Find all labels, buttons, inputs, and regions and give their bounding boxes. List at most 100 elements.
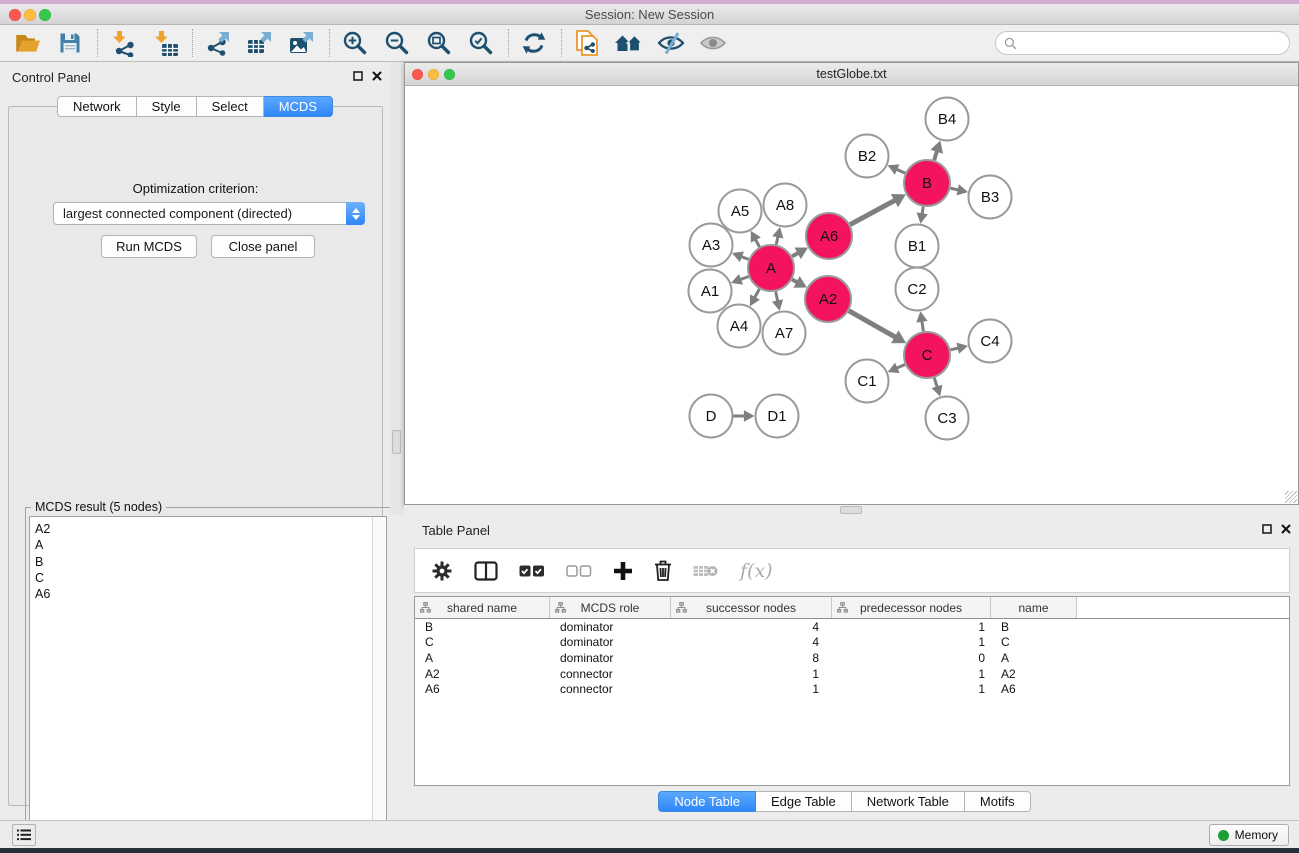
toolbar-separator (192, 29, 193, 57)
graph-node-label: B1 (908, 238, 926, 255)
table-cell: 1 (832, 620, 991, 634)
control-panel: Control Panel Optimization criterion: la… (0, 62, 390, 820)
graph-arrowhead (932, 385, 943, 397)
column-header-MCDS-role[interactable]: MCDS role (550, 597, 671, 618)
graph-node-label: D1 (767, 408, 786, 425)
column-header-predecessor-nodes[interactable]: predecessor nodes (832, 597, 991, 618)
float-panel-icon[interactable] (1262, 524, 1272, 534)
tab-style[interactable]: Style (137, 96, 197, 117)
graph-node-label: B2 (858, 148, 876, 165)
task-history-button[interactable] (12, 824, 36, 846)
deselect-all-columns-icon[interactable] (566, 564, 592, 578)
tab-network[interactable]: Network (57, 96, 137, 117)
graph-node-label: B (922, 175, 932, 192)
mcds-result-list[interactable]: A2ABCA6 (29, 516, 387, 840)
graph-edge-A6-B[interactable] (850, 200, 896, 225)
zoom-in-icon[interactable] (340, 28, 370, 58)
divider-handle[interactable] (840, 506, 862, 514)
duplicate-network-icon[interactable] (572, 28, 602, 58)
table-cell: 1 (832, 682, 991, 696)
tab-node-table[interactable]: Node Table (658, 791, 756, 812)
split-column-icon[interactable] (474, 561, 498, 581)
first-neighbors-icon[interactable] (614, 28, 644, 58)
delete-column-icon[interactable] (654, 560, 672, 581)
network-window-titlebar[interactable]: testGlobe.txt (405, 63, 1298, 86)
close-panel-button[interactable]: Close panel (211, 235, 315, 258)
column-header-shared-name[interactable]: shared name (415, 597, 550, 618)
table-cell: A (991, 651, 1077, 665)
graph-node-label: B4 (938, 111, 956, 128)
optimization-criterion-dropdown[interactable]: largest connected component (directed) (53, 202, 365, 225)
search-field[interactable] (995, 31, 1290, 55)
divider-handle[interactable] (392, 430, 401, 454)
column-header-name[interactable]: name (991, 597, 1077, 618)
graph-arrowhead (916, 311, 927, 322)
graph-node-label: C2 (907, 281, 926, 298)
search-input[interactable] (1022, 36, 1289, 50)
graph-arrowhead (744, 410, 755, 421)
zoom-out-icon[interactable] (382, 28, 412, 58)
select-all-columns-icon[interactable] (519, 564, 545, 578)
tab-motifs[interactable]: Motifs (965, 791, 1031, 812)
graph-node-label: C4 (980, 333, 999, 350)
table-cell: 8 (671, 651, 832, 665)
import-table-icon[interactable] (150, 28, 180, 58)
mcds-result-title: MCDS result (5 nodes) (31, 500, 166, 514)
run-mcds-button[interactable]: Run MCDS (101, 235, 197, 258)
open-file-icon[interactable] (13, 28, 43, 58)
horizontal-split-divider[interactable] (404, 505, 1299, 515)
graph-node-label: A5 (731, 203, 749, 220)
table-row[interactable]: Bdominator41B (415, 619, 1289, 635)
window-titlebar: Session: New Session (0, 4, 1299, 25)
graph-node-label: D (706, 408, 717, 425)
tab-network-table[interactable]: Network Table (852, 791, 965, 812)
control-panel-title: Control Panel (12, 70, 91, 85)
tab-mcds[interactable]: MCDS (264, 96, 333, 117)
mcds-result-items: A2ABCA6 (30, 517, 372, 839)
list-item[interactable]: C (35, 570, 372, 586)
column-header-successor-nodes[interactable]: successor nodes (671, 597, 832, 618)
list-item[interactable]: A6 (35, 586, 372, 602)
export-network-icon[interactable] (203, 28, 233, 58)
network-canvas[interactable]: B4B2BB3A8A5A6A3B1AA1C2A2A4A7C4CC1C3DD1 (405, 86, 1298, 504)
dropdown-selected-value: largest connected component (directed) (54, 206, 346, 221)
float-panel-icon[interactable] (353, 71, 363, 81)
save-session-icon[interactable] (55, 28, 85, 58)
tab-edge-table[interactable]: Edge Table (756, 791, 852, 812)
close-panel-icon[interactable] (372, 71, 382, 81)
graph-node-label: C1 (857, 373, 876, 390)
resize-grip-icon[interactable] (1285, 491, 1297, 503)
mcds-result-scrollbar[interactable] (372, 517, 386, 839)
table-tabs: Node TableEdge TableNetwork TableMotifs (390, 791, 1299, 812)
status-bar: Memory (0, 820, 1299, 848)
close-panel-icon[interactable] (1281, 524, 1291, 534)
show-all-eye-icon[interactable] (698, 28, 728, 58)
delete-table-icon[interactable] (693, 563, 719, 579)
list-item[interactable]: B (35, 554, 372, 570)
hide-selected-eye-icon[interactable] (656, 28, 686, 58)
right-area: testGlobe.txt B4B2BB3A8A5A6A3B1AA1C2A2A4… (404, 62, 1299, 820)
graph-arrowhead (956, 343, 968, 354)
gear-icon[interactable] (431, 560, 453, 582)
list-item[interactable]: A2 (35, 521, 372, 537)
node-table[interactable]: shared nameMCDS rolesuccessor nodesprede… (414, 596, 1290, 786)
table-row[interactable]: A2connector11A2 (415, 666, 1289, 682)
import-network-icon[interactable] (108, 28, 138, 58)
control-panel-body: Optimization criterion: largest connecte… (8, 106, 383, 806)
table-row[interactable]: A6connector11A6 (415, 681, 1289, 697)
graph-edge-A2-C[interactable] (849, 311, 897, 338)
table-cell: B (991, 620, 1077, 634)
table-row[interactable]: Cdominator41C (415, 635, 1289, 651)
memory-button[interactable]: Memory (1209, 824, 1289, 846)
export-image-icon[interactable] (287, 28, 317, 58)
tab-select[interactable]: Select (197, 96, 264, 117)
list-item[interactable]: A (35, 537, 372, 553)
zoom-fit-icon[interactable] (424, 28, 454, 58)
add-column-icon[interactable] (613, 561, 633, 581)
table-row[interactable]: Adominator80A (415, 650, 1289, 666)
refresh-icon[interactable] (519, 28, 549, 58)
graph-arrowhead (930, 140, 943, 153)
graph-node-label: A8 (776, 197, 794, 214)
export-table-icon[interactable] (245, 28, 275, 58)
zoom-selected-icon[interactable] (466, 28, 496, 58)
